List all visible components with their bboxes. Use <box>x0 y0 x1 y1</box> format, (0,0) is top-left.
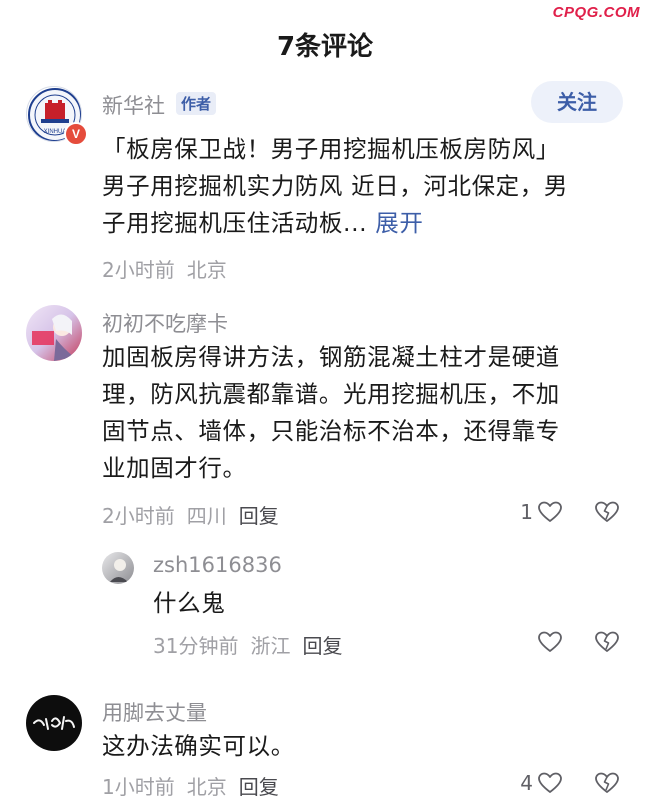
follow-button[interactable]: 关注 <box>531 81 623 123</box>
post-line: 「板房保卫战！男子用挖掘机压板房防风」 <box>102 135 560 163</box>
post-line: 男子用挖掘机实力防风 近日，河北保定，男 <box>102 172 568 200</box>
post-location: 北京 <box>186 258 227 282</box>
verified-badge: V <box>64 122 88 146</box>
broken-heart-icon[interactable] <box>594 500 620 524</box>
post-line: 子用挖掘机压住活动板... 展开 <box>102 205 632 242</box>
page-title: 7条评论 <box>276 32 374 62</box>
verified-badge-label: V <box>71 127 80 141</box>
broken-heart-icon[interactable] <box>594 771 620 795</box>
like-count: 4 <box>520 771 533 795</box>
post-line-text: 子用挖掘机压住活动板... <box>102 209 368 237</box>
comment-avatar[interactable] <box>26 305 82 361</box>
reply-avatar[interactable] <box>102 552 134 584</box>
author-tag: 作者 <box>176 92 217 115</box>
comment-body: 加固板房得讲方法，钢筋混凝土柱才是硬道 理，防风抗震都靠谱。光用挖掘机压，不加 … <box>102 339 632 487</box>
comment-time: 1小时前 <box>102 775 175 799</box>
post-body: 「板房保卫战！男子用挖掘机压板房防风」 男子用挖掘机实力防风 近日，河北保定，男… <box>102 131 632 242</box>
post-username[interactable]: 新华社 <box>102 90 165 120</box>
comment-username[interactable]: 初初不吃摩卡 <box>102 308 228 338</box>
heart-outline-icon[interactable] <box>537 630 563 654</box>
reply-body: 什么鬼 <box>153 589 226 617</box>
reply-username[interactable]: zsh1616836 <box>153 553 282 577</box>
comment-location: 北京 <box>186 775 227 799</box>
comment-time: 2小时前 <box>102 504 175 528</box>
reply-time: 31分钟前 <box>153 634 239 658</box>
watermark: CPQG.COM <box>552 4 640 21</box>
comment-meta: 2小时前 四川 回复 <box>102 500 291 529</box>
comment-meta: 1小时前 北京 回复 <box>102 771 291 800</box>
heart-outline-icon[interactable] <box>537 500 563 524</box>
comment-line: 业加固才行。 <box>102 454 247 482</box>
reply-meta: 31分钟前 浙江 回复 <box>153 630 354 659</box>
comment-location: 四川 <box>186 504 227 528</box>
post-meta: 2小时前 北京 <box>102 254 239 283</box>
like-count: 1 <box>520 500 533 524</box>
comment-line: 固节点、墙体，只能治标不治本，还得靠专 <box>102 417 560 445</box>
calligraphy-avatar-icon <box>33 716 75 730</box>
expand-link[interactable]: 展开 <box>375 209 423 237</box>
reply-button[interactable]: 回复 <box>302 634 342 658</box>
reply-button[interactable]: 回复 <box>239 775 279 799</box>
comment-avatar[interactable] <box>26 695 82 751</box>
reply-button[interactable]: 回复 <box>239 504 279 528</box>
comment-line: 加固板房得讲方法，钢筋混凝土柱才是硬道 <box>102 343 560 371</box>
post-time: 2小时前 <box>102 258 175 282</box>
comment-body: 这办法确实可以。 <box>102 728 632 765</box>
comment-line: 这办法确实可以。 <box>102 732 295 760</box>
comment-line: 理，防风抗震都靠谱。光用挖掘机压，不加 <box>102 380 560 408</box>
heart-outline-icon[interactable] <box>537 771 563 795</box>
broken-heart-icon[interactable] <box>594 630 620 654</box>
reply-avatar-image-icon <box>110 559 128 582</box>
svg-text:XINHUA: XINHUA <box>44 129 67 135</box>
anime-avatar-icon <box>32 314 74 361</box>
comment-username[interactable]: 用脚去丈量 <box>102 697 207 727</box>
reply-location: 浙江 <box>250 634 291 658</box>
